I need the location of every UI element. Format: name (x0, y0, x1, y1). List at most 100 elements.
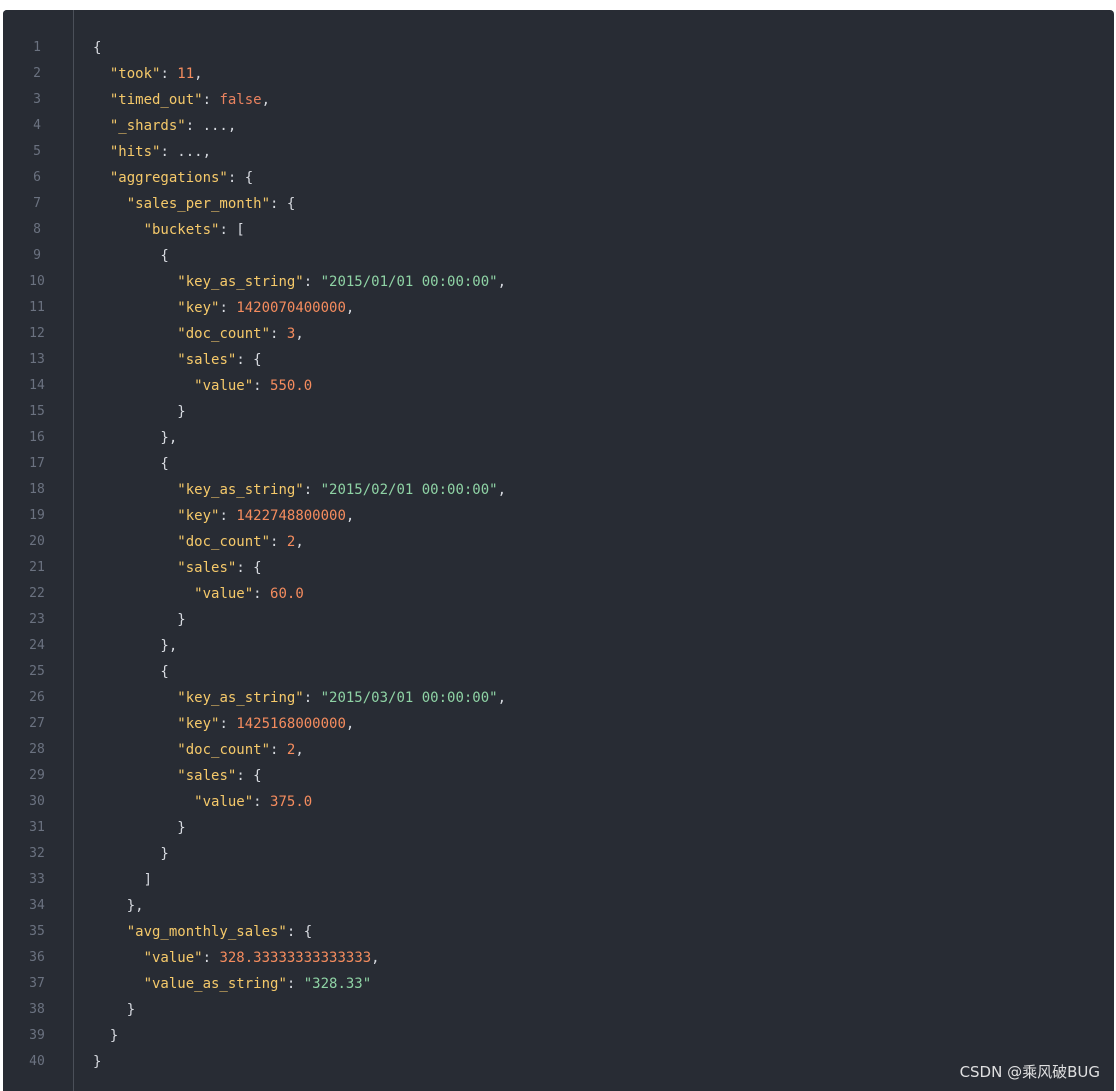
code-line: "key_as_string": "2015/02/01 00:00:00", (93, 477, 1114, 503)
code-line: "buckets": [ (93, 217, 1114, 243)
code-token: "took" (109, 66, 161, 82)
code-line: { (93, 35, 1114, 61)
line-number: 13 (29, 352, 45, 367)
line-number: 39 (29, 1028, 45, 1043)
code-token: 11 (177, 66, 195, 82)
line-number: 34 (29, 898, 45, 913)
code-token: "key_as_string" (177, 274, 304, 290)
line-number-gutter: 1 2 3 4 5 6 7 8 9 10 11 12 13 14 15 16 17 18 19 20 21 22 23 24 2… (3, 10, 74, 1091)
code-line: "value": 550.0 (93, 373, 1114, 399)
code-token: : (219, 508, 237, 524)
code-line: "aggregations": { (93, 165, 1114, 191)
code-line: "key_as_string": "2015/01/01 00:00:00", (93, 269, 1114, 295)
code-token: "sales" (177, 560, 237, 576)
code-token: : (303, 482, 321, 498)
code-line: "_shards": ..., (93, 113, 1114, 139)
code-token: "doc_count" (177, 326, 271, 342)
line-number: 38 (29, 1002, 45, 1017)
code-token: "2015/03/01 00:00:00" (320, 690, 498, 706)
code-token: "key_as_string" (177, 482, 304, 498)
line-number: 36 (29, 950, 45, 965)
code-token: , (345, 300, 355, 316)
code-token: : (270, 534, 287, 550)
code-token: "key" (177, 716, 220, 732)
line-number: 23 (29, 612, 45, 627)
code-line: } (93, 1023, 1114, 1049)
code-token: "_shards" (109, 118, 186, 134)
line-number: 12 (29, 326, 45, 341)
line-number: 2 (33, 66, 41, 81)
code-line: } (93, 997, 1114, 1023)
line-number: 14 (29, 378, 45, 393)
line-number: 6 (33, 170, 41, 185)
code-token: , (497, 482, 507, 498)
code-line: } (93, 607, 1114, 633)
code-token: , (345, 716, 355, 732)
code-line: "doc_count": 2, (93, 529, 1114, 555)
code-token: : { (236, 352, 262, 368)
line-number: 26 (29, 690, 45, 705)
code-token: : (270, 326, 287, 342)
code-token: : (253, 586, 271, 602)
code-line: "avg_monthly_sales": { (93, 919, 1114, 945)
code-token: "timed_out" (109, 92, 203, 108)
code-token: }, (93, 430, 178, 446)
code-token: : { (270, 196, 296, 212)
code-token: , (371, 950, 380, 966)
line-number: 30 (29, 794, 45, 809)
code-token: : { (286, 924, 313, 940)
code-token: { (93, 40, 102, 56)
code-line: "sales": { (93, 347, 1114, 373)
code-line: "timed_out": false, (93, 87, 1114, 113)
code-line: }, (93, 633, 1114, 659)
line-number: 18 (29, 482, 45, 497)
code-line: "value": 328.33333333333333, (93, 945, 1114, 971)
code-token: , (194, 66, 203, 82)
line-number: 8 (33, 222, 41, 237)
code-token: : (253, 378, 271, 394)
line-number: 40 (29, 1054, 45, 1069)
code-token: "value" (194, 586, 254, 602)
code-token: } (93, 1054, 102, 1070)
line-number: 19 (29, 508, 45, 523)
code-token: "aggregations" (109, 170, 228, 186)
code-token: { (93, 248, 169, 264)
code-token: : (286, 976, 304, 992)
code-line: "sales_per_month": { (93, 191, 1114, 217)
code-line: "took": 11, (93, 61, 1114, 87)
code-line: }, (93, 425, 1114, 451)
code-token: 1422748800000 (236, 508, 346, 524)
code-line: "hits": ..., (93, 139, 1114, 165)
code-token: : (160, 66, 178, 82)
line-number: 11 (29, 300, 45, 315)
code-token: "value" (143, 950, 203, 966)
code-token: , (497, 274, 507, 290)
code-line: "sales": { (93, 763, 1114, 789)
code-line: "sales": { (93, 555, 1114, 581)
code-token: "hits" (109, 144, 161, 160)
code-token: { (93, 456, 169, 472)
code-token: : { (236, 768, 262, 784)
line-number: 5 (33, 144, 41, 159)
code-line: "value": 60.0 (93, 581, 1114, 607)
line-number: 22 (29, 586, 45, 601)
line-number: 1 (33, 40, 41, 55)
code-token: "value" (194, 794, 254, 810)
code-token: 550.0 (270, 378, 313, 394)
code-token: } (93, 1002, 136, 1018)
code-token: } (93, 404, 186, 420)
code-token: "sales_per_month" (126, 196, 271, 212)
code-token: 60.0 (270, 586, 304, 602)
